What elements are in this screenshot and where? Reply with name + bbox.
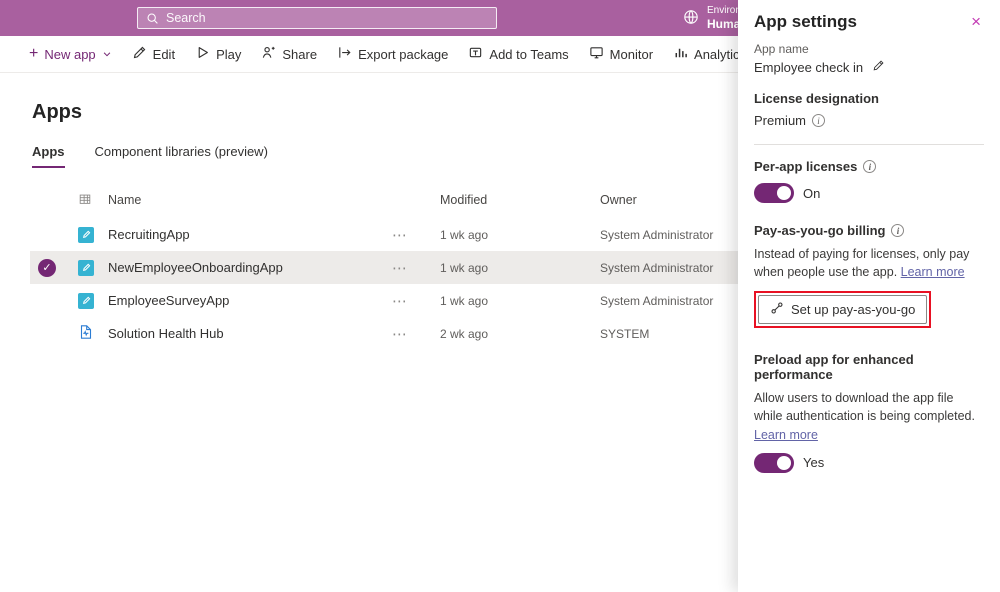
preload-text: Preload app for enhanced performance <box>754 352 984 382</box>
pencil-icon <box>132 45 147 63</box>
info-icon[interactable]: i <box>863 160 876 173</box>
license-designation-label: License designation <box>754 91 984 106</box>
payg-description: Instead of paying for licenses, only pay… <box>754 245 984 281</box>
app-name-value: Employee check in <box>754 60 863 75</box>
per-app-licenses-label: Per-app licenses i <box>754 159 984 174</box>
environment-text: Environ Huma <box>707 5 741 31</box>
per-app-licenses-state: On <box>803 186 820 201</box>
plus-icon: + <box>29 46 38 62</box>
new-app-button[interactable]: + New app <box>20 39 121 69</box>
play-icon <box>195 45 210 63</box>
teams-icon <box>468 45 483 63</box>
app-name-label: App name <box>754 42 984 56</box>
search-box[interactable] <box>137 7 497 29</box>
share-label: Share <box>282 47 317 62</box>
export-package-label: Export package <box>358 47 448 62</box>
license-designation-text: License designation <box>754 91 879 106</box>
environment-label: Environ <box>707 5 741 17</box>
canvas-app-icon <box>78 227 94 243</box>
export-package-button[interactable]: Export package <box>328 39 457 69</box>
environment-name: Huma <box>707 17 741 31</box>
canvas-app-icon <box>78 260 94 276</box>
preload-state: Yes <box>803 455 824 470</box>
edit-label: Edit <box>153 47 175 62</box>
document-health-icon <box>78 324 108 343</box>
preload-description-text: Allow users to download the app file whi… <box>754 391 975 423</box>
table-grid-icon <box>78 192 108 209</box>
tab-apps[interactable]: Apps <box>32 144 65 168</box>
play-label: Play <box>216 47 241 62</box>
app-name: Solution Health Hub <box>108 326 392 341</box>
app-name: EmployeeSurveyApp <box>108 293 392 308</box>
preload-label: Preload app for enhanced performance <box>754 352 984 382</box>
app-settings-panel: App settings × App name Employee check i… <box>738 0 1000 592</box>
preload-toggle-row: Yes <box>754 453 984 473</box>
column-header-modified[interactable]: Modified <box>440 193 600 207</box>
add-to-teams-label: Add to Teams <box>489 47 568 62</box>
payg-billing-text: Pay-as-you-go billing <box>754 223 885 238</box>
toggle-knob <box>777 456 791 470</box>
more-options-icon[interactable]: ⋯ <box>392 325 440 343</box>
new-app-label: New app <box>44 47 95 62</box>
app-name: NewEmployeeOnboardingApp <box>108 260 392 275</box>
preload-toggle[interactable] <box>754 453 794 473</box>
analytics-bars-icon <box>673 45 688 63</box>
monitor-button[interactable]: Monitor <box>580 39 662 69</box>
setup-payg-label: Set up pay-as-you-go <box>791 302 915 317</box>
app-modified: 1 wk ago <box>440 228 600 242</box>
edit-button[interactable]: Edit <box>123 39 184 69</box>
info-icon[interactable]: i <box>891 224 904 237</box>
chevron-down-icon <box>102 47 112 62</box>
column-header-name[interactable]: Name <box>108 193 392 207</box>
tab-component-libraries[interactable]: Component libraries (preview) <box>95 144 268 168</box>
toggle-knob <box>777 186 791 200</box>
setup-payg-button[interactable]: Set up pay-as-you-go <box>758 295 927 324</box>
app-name: RecruitingApp <box>108 227 392 242</box>
per-app-licenses-text: Per-app licenses <box>754 159 857 174</box>
info-icon[interactable]: i <box>812 114 825 127</box>
app-modified: 1 wk ago <box>440 261 600 275</box>
close-icon[interactable]: × <box>968 12 984 31</box>
payg-billing-label: Pay-as-you-go billing i <box>754 223 984 238</box>
pay-as-you-go-icon <box>770 301 784 318</box>
share-person-icon <box>261 45 276 63</box>
play-button[interactable]: Play <box>186 39 250 69</box>
environment-icon <box>682 8 700 29</box>
panel-header: App settings × <box>754 12 984 32</box>
add-to-teams-button[interactable]: Add to Teams <box>459 39 577 69</box>
canvas-app-icon <box>78 293 94 309</box>
highlight-callout-box: Set up pay-as-you-go <box>754 291 931 328</box>
preload-description: Allow users to download the app file whi… <box>754 389 984 443</box>
selected-check-icon[interactable]: ✓ <box>38 259 56 277</box>
app-modified: 1 wk ago <box>440 294 600 308</box>
license-designation-value-row: Premium i <box>754 113 984 128</box>
more-options-icon[interactable]: ⋯ <box>392 292 440 310</box>
payg-learn-more-link[interactable]: Learn more <box>901 265 965 279</box>
search-input[interactable] <box>166 11 488 25</box>
monitor-label: Monitor <box>610 47 653 62</box>
preload-learn-more-link[interactable]: Learn more <box>754 428 818 442</box>
more-options-icon[interactable]: ⋯ <box>392 259 440 277</box>
panel-title: App settings <box>754 12 857 32</box>
share-button[interactable]: Share <box>252 39 326 69</box>
edit-pencil-icon[interactable] <box>872 59 885 75</box>
per-app-licenses-toggle[interactable] <box>754 183 794 203</box>
per-app-licenses-toggle-row: On <box>754 183 984 203</box>
more-options-icon[interactable]: ⋯ <box>392 226 440 244</box>
app-name-row: Employee check in <box>754 59 984 75</box>
monitor-icon <box>589 45 604 63</box>
license-designation-value: Premium <box>754 113 806 128</box>
search-icon <box>146 12 159 25</box>
export-arrow-icon <box>337 45 352 63</box>
panel-divider <box>754 144 984 145</box>
app-modified: 2 wk ago <box>440 327 600 341</box>
